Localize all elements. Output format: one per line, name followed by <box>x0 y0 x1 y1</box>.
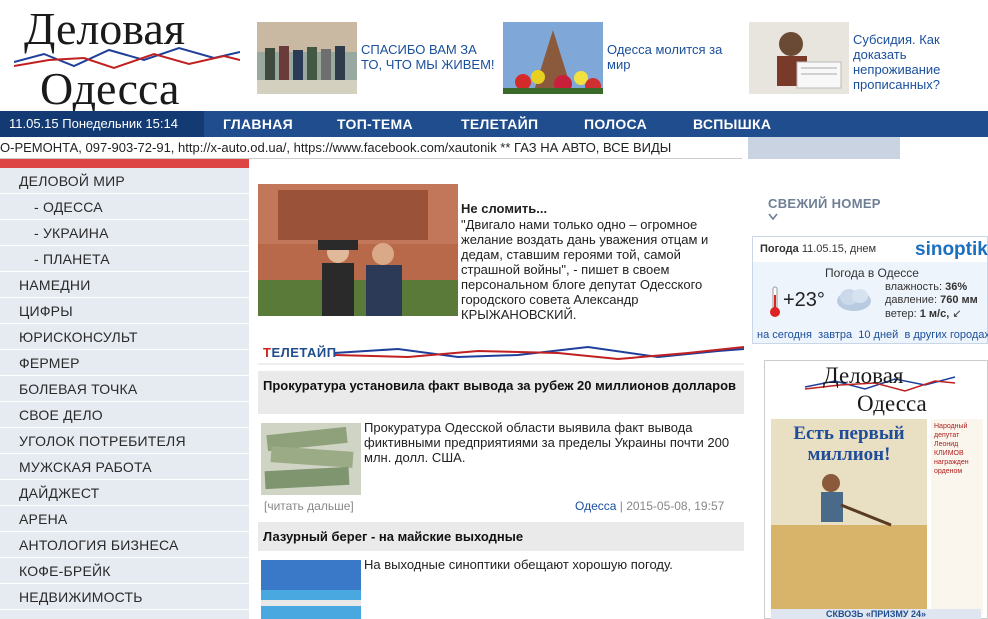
weather-link-today[interactable]: на сегодня <box>757 329 812 341</box>
newspaper-cover[interactable]: Деловая Одесса Есть первый миллион! Наро… <box>764 360 988 619</box>
sidebar-item[interactable]: - ОДЕССА <box>0 194 249 220</box>
sidebar-item[interactable]: - УКРАИНА <box>0 220 249 246</box>
logo-line1: Деловая <box>24 3 185 54</box>
teletype-section-header: ТЕЛЕТАЙП <box>258 337 744 365</box>
sidebar-item[interactable]: УГОЛОК ПОТРЕБИТЕЛЯ <box>0 428 249 454</box>
nav-item-flash[interactable]: ВСПЫШКА <box>693 111 771 137</box>
site-logo[interactable]: Деловая Одесса <box>14 3 240 112</box>
weather-links: на сегодня завтра 10 дней в других город… <box>757 329 988 341</box>
teaser-title[interactable]: СПАСИБО ВАМ ЗА ТО, ЧТО МЫ ЖИВЕМ! <box>361 42 499 72</box>
featured-article: Не сломить... "Двигало нами только одно … <box>258 184 744 322</box>
weather-widget: Погода 11.05.15, днем sinoptik Погода в … <box>752 236 988 344</box>
cover-main-image: Есть первый миллион! <box>771 419 927 615</box>
weather-link-tomorrow[interactable]: завтра <box>818 329 852 341</box>
sidebar-accent-bar <box>0 159 249 168</box>
cover-headline: Есть первый миллион! <box>793 423 905 465</box>
featured-text: "Двигало нами только одно – огромное жел… <box>461 217 709 322</box>
cover-name-2: Одесса <box>857 391 927 416</box>
weather-pressure: давление: 760 мм <box>885 294 978 306</box>
teaser-title[interactable]: Одесса молится за мир <box>607 42 745 72</box>
sidebar-item[interactable]: МУЖСКАЯ РАБОТА <box>0 454 249 480</box>
article-meta: Одесса | 2015-05-08, 19:57 <box>575 499 724 513</box>
fresh-issue-heading[interactable]: СВЕЖИЙ НОМЕР <box>768 196 881 211</box>
nav-item-page[interactable]: ПОЛОСА <box>584 111 647 137</box>
weather-day: Погода 11.05.15, днем <box>760 243 877 255</box>
sidebar-item[interactable]: НАМЕДНИ <box>0 272 249 298</box>
article-date: | 2015-05-08, 19:57 <box>616 499 725 513</box>
weather-wind: ветер: 1 м/с, ↙ <box>885 308 962 320</box>
teaser-title[interactable]: Субсидия. Как доказать непроживание проп… <box>853 32 988 92</box>
chevron-down-icon <box>768 213 778 221</box>
weather-humidity: влажность: 36% <box>885 281 968 293</box>
article-title[interactable]: Лазурный берег - на майские выходные <box>258 522 744 551</box>
sinoptik-logo[interactable]: sinoptik <box>915 239 988 261</box>
news-ticker[interactable]: О-РЕМОНТА, 097-903-72-91, http://x-auto.… <box>0 137 742 159</box>
featured-photo[interactable] <box>258 184 458 316</box>
sidebar-item[interactable]: - ПЛАНЕТА <box>0 246 249 272</box>
current-date: 11.05.15 Понедельник 15:14 <box>0 111 204 137</box>
cloud-icon <box>837 289 871 311</box>
article-title[interactable]: Прокуратура установила факт вывода за ру… <box>258 371 744 414</box>
article-summary: На выходные синоптики обещают хорошую по… <box>364 557 673 572</box>
site-header: Деловая Одесса СПАСИБО ВАМ ЗА ТО, ЧТО МЫ… <box>0 0 988 112</box>
teaser-photo-woman-papers[interactable] <box>749 22 849 94</box>
weather-link-other-cities[interactable]: в других городах <box>904 329 988 341</box>
weather-city: Погода в Одессе <box>825 266 919 280</box>
article-summary: Прокуратура Одесской области выявила фак… <box>364 420 730 465</box>
ticker-side-box <box>748 137 900 159</box>
sidebar-item[interactable]: ЦИФРЫ <box>0 298 249 324</box>
nav-item-teletype[interactable]: ТЕЛЕТАЙП <box>461 111 538 137</box>
sidebar-item[interactable]: СВОЕ ДЕЛО <box>0 402 249 428</box>
article-photo-beach[interactable] <box>261 560 361 619</box>
sidebar-item[interactable]: БОЛЕВАЯ ТОЧКА <box>0 376 249 402</box>
weather-top-bar: Погода 11.05.15, днем sinoptik <box>753 237 988 262</box>
teletype-label: ТЕЛЕТАЙП <box>263 345 337 360</box>
sidebar-item[interactable]: ФЕРМЕР <box>0 350 249 376</box>
article-photo-money[interactable] <box>261 423 361 495</box>
cover-name-1: Деловая <box>823 363 904 388</box>
header-teaser-2[interactable]: Одесса молится за мир <box>503 22 748 94</box>
main-navbar: 11.05.15 Понедельник 15:14 ГЛАВНАЯ ТОП-Т… <box>0 111 988 137</box>
article-city[interactable]: Одесса <box>575 499 616 513</box>
header-teaser-3[interactable]: Субсидия. Как доказать непроживание проп… <box>749 22 988 94</box>
weather-temperature: +23° <box>783 289 825 311</box>
sidebar-item[interactable]: АНТОЛОГИЯ БИЗНЕСА <box>0 532 249 558</box>
header-teaser-1[interactable]: СПАСИБО ВАМ ЗА ТО, ЧТО МЫ ЖИВЕМ! <box>257 22 502 94</box>
sidebar-menu: ДЕЛОВОЙ МИР - ОДЕССА - УКРАИНА - ПЛАНЕТА НАМ… <box>0 159 249 619</box>
sidebar-item[interactable]: ДЕЛОВОЙ МИР <box>0 168 249 194</box>
teaser-photo-veterans[interactable] <box>257 22 357 94</box>
cover-bottom-band: СКВОЗЬ «ПРИЗМУ 24» <box>771 609 981 619</box>
sidebar-item[interactable]: АРЕНА <box>0 506 249 532</box>
sidebar-item[interactable]: НЕДВИЖИМОСТЬ <box>0 584 249 610</box>
cover-side-column: Народный депутат Леонид КЛИМОВ награжден… <box>931 419 983 615</box>
logo-line2: Одесса <box>40 63 180 114</box>
teaser-photo-flowers[interactable] <box>503 22 603 94</box>
featured-title[interactable]: Не сломить... <box>461 201 547 216</box>
sidebar-item[interactable]: ЮРИСКОНСУЛЬТ <box>0 324 249 350</box>
sidebar-item[interactable]: ДАЙДЖЕСТ <box>0 480 249 506</box>
nav-item-main[interactable]: ГЛАВНАЯ <box>223 111 293 137</box>
read-more-link[interactable]: [читать дальше] <box>264 499 354 513</box>
sidebar-item[interactable]: КОФЕ-БРЕЙК <box>0 558 249 584</box>
nav-item-top-topic[interactable]: ТОП-ТЕМА <box>337 111 413 137</box>
thermometer-icon <box>770 286 780 317</box>
weather-link-10days[interactable]: 10 дней <box>858 329 898 341</box>
